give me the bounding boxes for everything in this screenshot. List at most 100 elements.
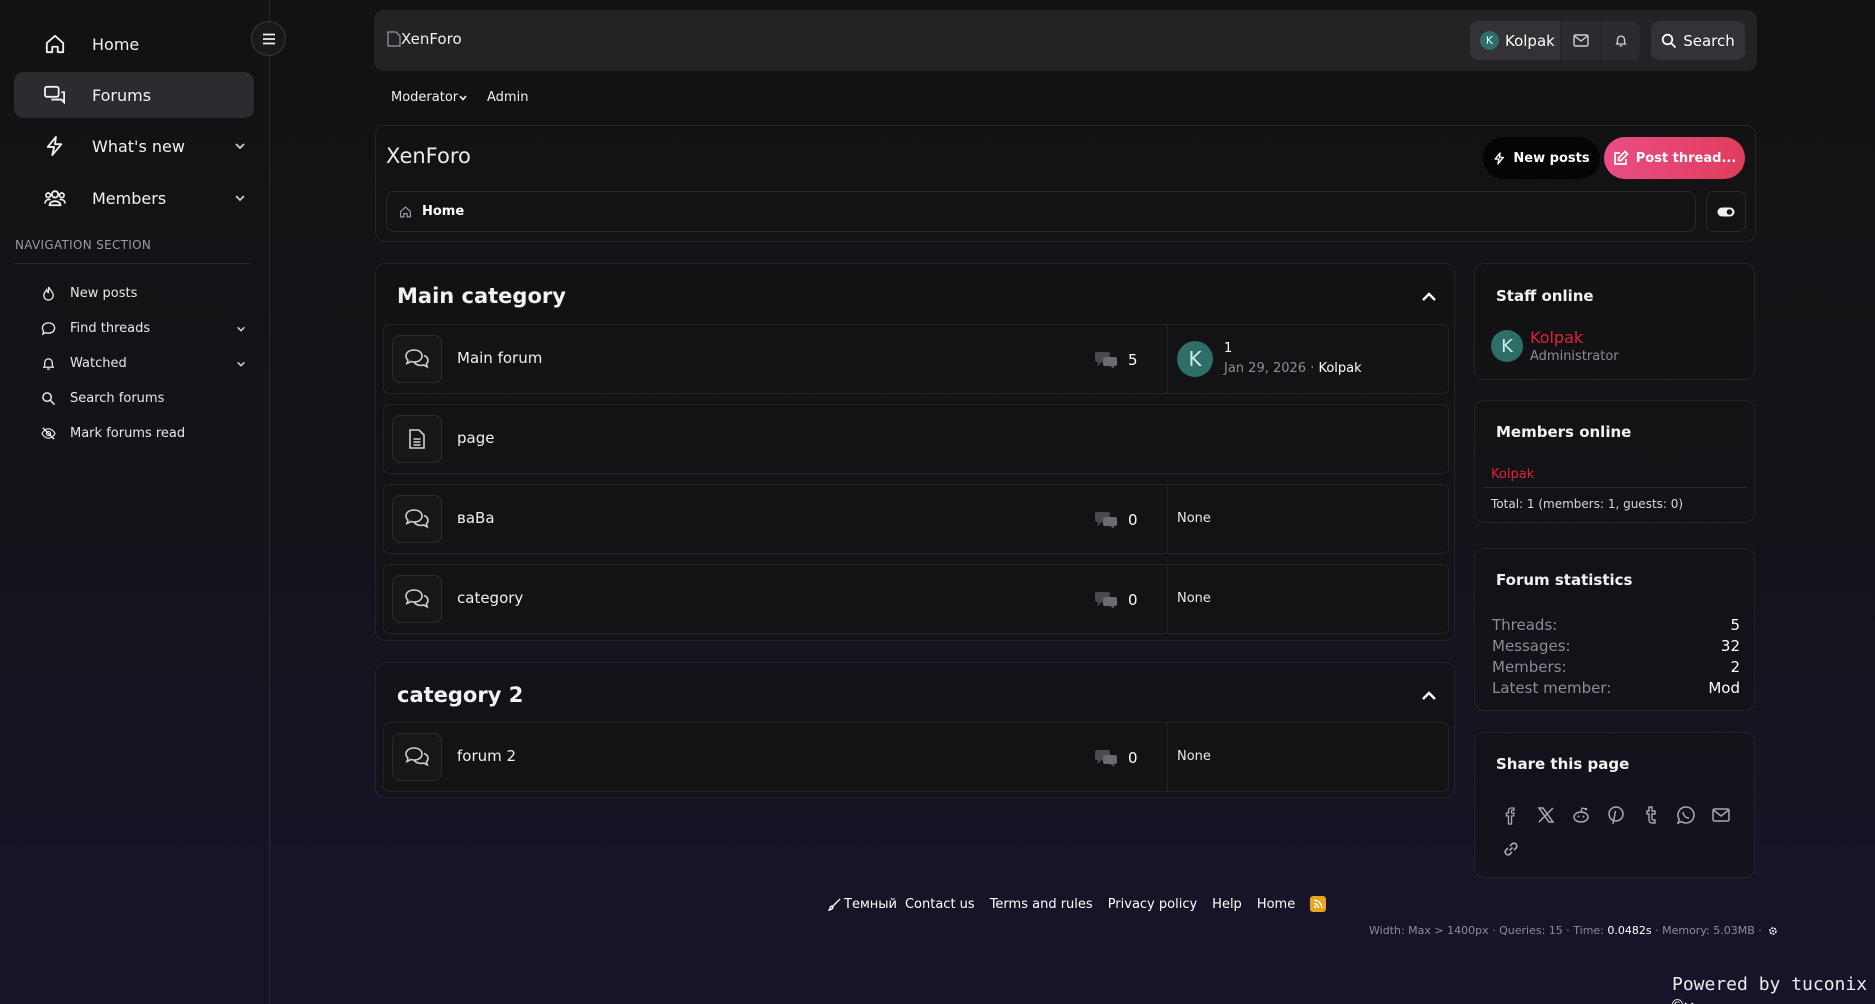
chevron-up-icon[interactable] xyxy=(1420,288,1438,306)
style-chooser[interactable]: Темный xyxy=(828,897,897,912)
chevron-down-icon[interactable] xyxy=(234,192,246,204)
comments-icon xyxy=(405,509,429,529)
stat-value[interactable]: Mod xyxy=(1708,679,1740,697)
menu-icon xyxy=(262,33,275,44)
message-count: 5 xyxy=(1128,351,1138,369)
breadcrumb-home[interactable]: Home xyxy=(422,204,464,219)
reddit-icon[interactable] xyxy=(1571,805,1591,825)
style-variation-toggle[interactable] xyxy=(1706,191,1746,232)
forum-row[interactable]: Main forum 5 K 1 Jan 29, 2026 · Kolpak xyxy=(383,324,1449,394)
chevron-down-icon[interactable] xyxy=(236,359,246,369)
message-count: 0 xyxy=(1128,749,1138,767)
category-title[interactable]: Main category xyxy=(397,284,566,308)
whatsapp-icon[interactable] xyxy=(1676,805,1696,825)
forum-row[interactable]: ваВа 0 None xyxy=(383,484,1449,554)
nav-forums[interactable]: Forums xyxy=(14,72,254,118)
online-member[interactable]: Kolpak xyxy=(1491,467,1534,482)
site-logo[interactable]: XenForo xyxy=(387,30,462,48)
link-icon[interactable] xyxy=(1501,839,1521,859)
stat-members: Members: 2 xyxy=(1492,658,1740,676)
sidebar-toggle-button[interactable] xyxy=(251,21,286,56)
subnav-admin[interactable]: Admin xyxy=(487,90,528,105)
messages-icon xyxy=(1095,592,1117,609)
footer-link-home[interactable]: Home xyxy=(1257,897,1295,912)
edit-icon xyxy=(1613,150,1629,165)
last-post-none: None xyxy=(1177,511,1211,526)
forum-title[interactable]: forum 2 xyxy=(457,747,516,765)
post-thread-button[interactable]: Post thread... xyxy=(1604,137,1745,179)
footer-link-privacy[interactable]: Privacy policy xyxy=(1108,897,1197,912)
category-block: category 2 forum 2 0 None xyxy=(375,662,1455,798)
staff-user[interactable]: Kolpak xyxy=(1530,328,1583,347)
chevron-down-icon[interactable] xyxy=(236,324,246,334)
pinterest-icon[interactable] xyxy=(1606,805,1626,825)
new-posts-button[interactable]: New posts xyxy=(1483,137,1600,179)
debug-time: 0.0482s xyxy=(1607,924,1652,937)
message-count: 0 xyxy=(1128,511,1138,529)
forum-title[interactable]: Main forum xyxy=(457,349,542,367)
nav-members[interactable]: Members xyxy=(14,175,254,221)
category-title[interactable]: category 2 xyxy=(397,683,523,707)
footer-links: Темный Contact us Terms and rules Privac… xyxy=(828,896,1341,912)
nav-find-threads[interactable]: Find threads xyxy=(14,313,254,343)
nav-members-label: Members xyxy=(92,188,167,208)
last-post-user[interactable]: Kolpak xyxy=(1318,361,1361,376)
messages-icon xyxy=(1095,750,1117,767)
last-post-title[interactable]: 1 xyxy=(1224,341,1232,356)
chevron-up-icon[interactable] xyxy=(1420,687,1438,705)
inbox-button[interactable] xyxy=(1561,21,1600,60)
tumblr-icon[interactable] xyxy=(1641,805,1661,825)
search-button[interactable]: Search xyxy=(1651,21,1745,60)
widget-title: Staff online xyxy=(1496,287,1594,305)
chevron-down-icon xyxy=(459,94,467,101)
footer-link-help[interactable]: Help xyxy=(1212,897,1242,912)
footer-link-contact[interactable]: Contact us xyxy=(905,897,975,912)
chevron-down-icon[interactable] xyxy=(234,140,246,152)
x-twitter-icon[interactable] xyxy=(1536,805,1556,825)
post-thread-label: Post thread... xyxy=(1635,150,1737,166)
user-menu[interactable]: K Kolpak xyxy=(1470,21,1560,60)
last-post-date[interactable]: Jan 29, 2026 xyxy=(1224,361,1306,376)
powered-by-text[interactable]: Powered by tuconix © xyxy=(1672,974,1867,1004)
subnav-moderator[interactable]: Moderator xyxy=(391,90,468,105)
footer-link-terms[interactable]: Terms and rules xyxy=(990,897,1093,912)
stat-label: Messages: xyxy=(1492,637,1571,655)
forum-row[interactable]: category 0 None xyxy=(383,564,1449,634)
forum-row[interactable]: page xyxy=(383,404,1449,474)
chat-icon xyxy=(41,322,56,336)
nav-home[interactable]: Home xyxy=(14,21,254,67)
search-label: Search xyxy=(1683,31,1735,50)
facebook-icon[interactable] xyxy=(1501,805,1521,825)
gear-icon[interactable] xyxy=(1768,926,1778,936)
nav-watched[interactable]: Watched xyxy=(14,348,254,378)
powered-by: Powered by tuconix © xyxy=(1672,974,1875,1004)
rss-link[interactable] xyxy=(1310,896,1327,912)
forum-stats: 0 xyxy=(1094,590,1138,610)
alerts-button[interactable] xyxy=(1601,21,1640,60)
stat-value: 2 xyxy=(1730,658,1740,676)
forum-title[interactable]: category xyxy=(457,589,523,607)
avatar[interactable]: K xyxy=(1177,341,1213,377)
widget-title: Share this page xyxy=(1496,755,1630,773)
broken-image-icon xyxy=(387,31,401,47)
forum-stats: 0 xyxy=(1094,748,1138,768)
stat-label: Threads: xyxy=(1492,616,1558,634)
nav-whats-new[interactable]: What's new xyxy=(14,123,254,169)
nav-mark-read[interactable]: Mark forums read xyxy=(14,418,254,448)
bolt-icon xyxy=(46,136,63,156)
forum-title[interactable]: page xyxy=(457,429,494,447)
nav-home-label: Home xyxy=(92,34,140,54)
email-icon[interactable] xyxy=(1711,805,1731,825)
staff-online-widget: Staff online K Kolpak Administrator xyxy=(1474,263,1755,380)
forum-row[interactable]: forum 2 0 None xyxy=(383,722,1449,792)
avatar[interactable]: K xyxy=(1491,330,1523,362)
forum-icon xyxy=(392,495,442,543)
forum-title[interactable]: ваВа xyxy=(457,509,495,527)
nav-search-forums[interactable]: Search forums xyxy=(14,383,254,413)
style-name: Темный xyxy=(844,896,897,912)
chevron-down-icon[interactable] xyxy=(1683,999,1695,1004)
breadcrumb[interactable]: Home xyxy=(386,191,1696,232)
stat-threads: Threads: 5 xyxy=(1492,616,1740,634)
forum-icon xyxy=(392,733,442,781)
nav-new-posts[interactable]: New posts xyxy=(14,278,254,308)
